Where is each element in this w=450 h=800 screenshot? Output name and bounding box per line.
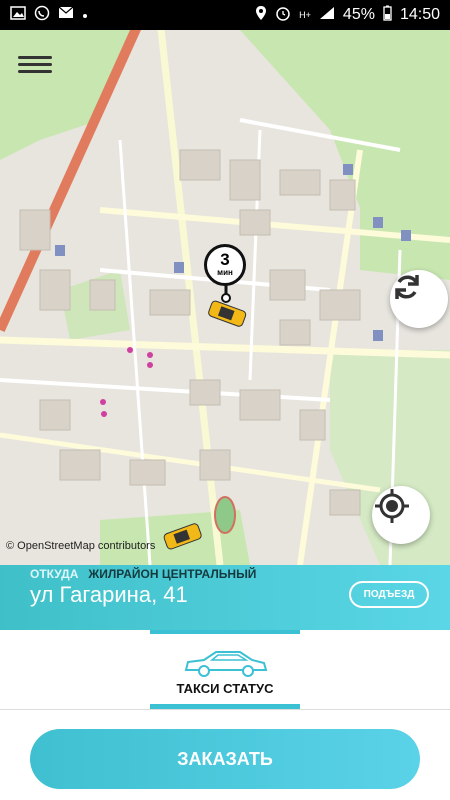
order-button[interactable]: ЗАКАЗАТЬ	[30, 729, 420, 789]
dot-icon	[82, 6, 88, 24]
pickup-header: ОТКУДА ЖИЛРАЙОН ЦЕНТРАЛЬНЫЙ	[30, 567, 256, 581]
status-right-icons: H+ 45% 14:50	[255, 5, 440, 26]
image-icon	[10, 5, 26, 25]
from-label: ОТКУДА	[30, 567, 79, 581]
status-left-icons	[10, 5, 88, 26]
park-area	[360, 150, 450, 280]
signal-icon	[319, 6, 335, 25]
tab-taxi-status[interactable]: ТАКСИ СТАТУС	[150, 630, 300, 710]
tab-taxi-status-label: ТАКСИ СТАТУС	[176, 681, 274, 696]
pickup-pin-dot	[221, 293, 231, 303]
location-pin-icon	[255, 5, 267, 26]
battery-icon	[383, 5, 392, 26]
divider	[0, 709, 450, 710]
alarm-icon	[275, 5, 291, 26]
eta-value: 3	[220, 250, 230, 269]
battery-text: 45%	[342, 6, 375, 23]
signal-type: H+	[299, 10, 311, 20]
tab-indicator	[150, 630, 300, 634]
hamburger-menu-icon[interactable]	[18, 52, 52, 82]
pickup-panel[interactable]: ОТКУДА ЖИЛРАЙОН ЦЕНТРАЛЬНЫЙ ул Гагарина,…	[0, 565, 450, 630]
stadium	[214, 496, 236, 534]
entrance-button[interactable]: ПОДЪЕЗД	[349, 581, 429, 608]
eta-unit: мин	[217, 268, 233, 277]
mail-icon	[58, 6, 74, 24]
missed-call-icon	[34, 5, 50, 26]
clock: 14:50	[399, 6, 440, 23]
map-view[interactable]: 3 мин © OpenStreetMap contributors	[0, 30, 450, 565]
car-icon	[182, 646, 268, 685]
pickup-address[interactable]: ул Гагарина, 41	[30, 582, 188, 608]
my-location-button[interactable]	[372, 486, 430, 544]
map-attribution[interactable]: © OpenStreetMap contributors	[6, 540, 155, 552]
district-name: ЖИЛРАЙОН ЦЕНТРАЛЬНЫЙ	[88, 567, 257, 581]
eta-badge: 3 мин	[204, 244, 246, 286]
status-bar: H+ 45% 14:50	[0, 0, 450, 30]
map-canvas	[0, 30, 450, 565]
refresh-button[interactable]	[390, 270, 448, 328]
